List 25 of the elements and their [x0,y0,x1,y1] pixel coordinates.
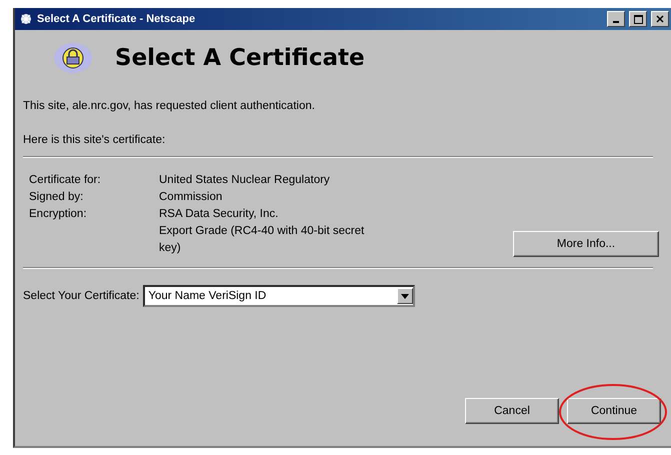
dropdown-arrow-icon [401,294,410,298]
maximize-button[interactable] [629,11,647,27]
cancel-button[interactable]: Cancel [465,398,559,424]
field-value: key) [159,241,182,256]
field-value: Commission [159,190,224,205]
select-label: Select Your Certificate: [23,290,140,302]
field-label: Signed by: [29,190,84,205]
continue-button[interactable]: Continue [567,398,661,424]
more-info-button[interactable]: More Info... [513,231,659,257]
field-value: United States Nuclear Regulatory [159,173,331,188]
window-title: Select A Certificate - Netscape [37,13,196,25]
certificate-caption: Here is this site's certificate: [23,134,166,146]
maximize-icon [634,14,642,24]
intro-text: This site, ale.nrc.gov, has requested client authentication. [23,100,316,112]
close-button[interactable] [651,11,669,27]
field-label: Certificate for: [29,173,102,188]
lock-icon [53,42,93,74]
field-label: Encryption: [29,207,88,222]
certificate-dropdown[interactable]: Your Name VeriSign ID [143,285,416,307]
minimize-button[interactable] [607,11,625,27]
app-icon [19,12,33,26]
field-value: RSA Data Security, Inc. [159,207,280,222]
field-value: Export Grade (RC4-40 with 40-bit secret [159,224,366,239]
dialog-heading: Select A Certificate [115,45,365,71]
close-icon [656,15,664,23]
